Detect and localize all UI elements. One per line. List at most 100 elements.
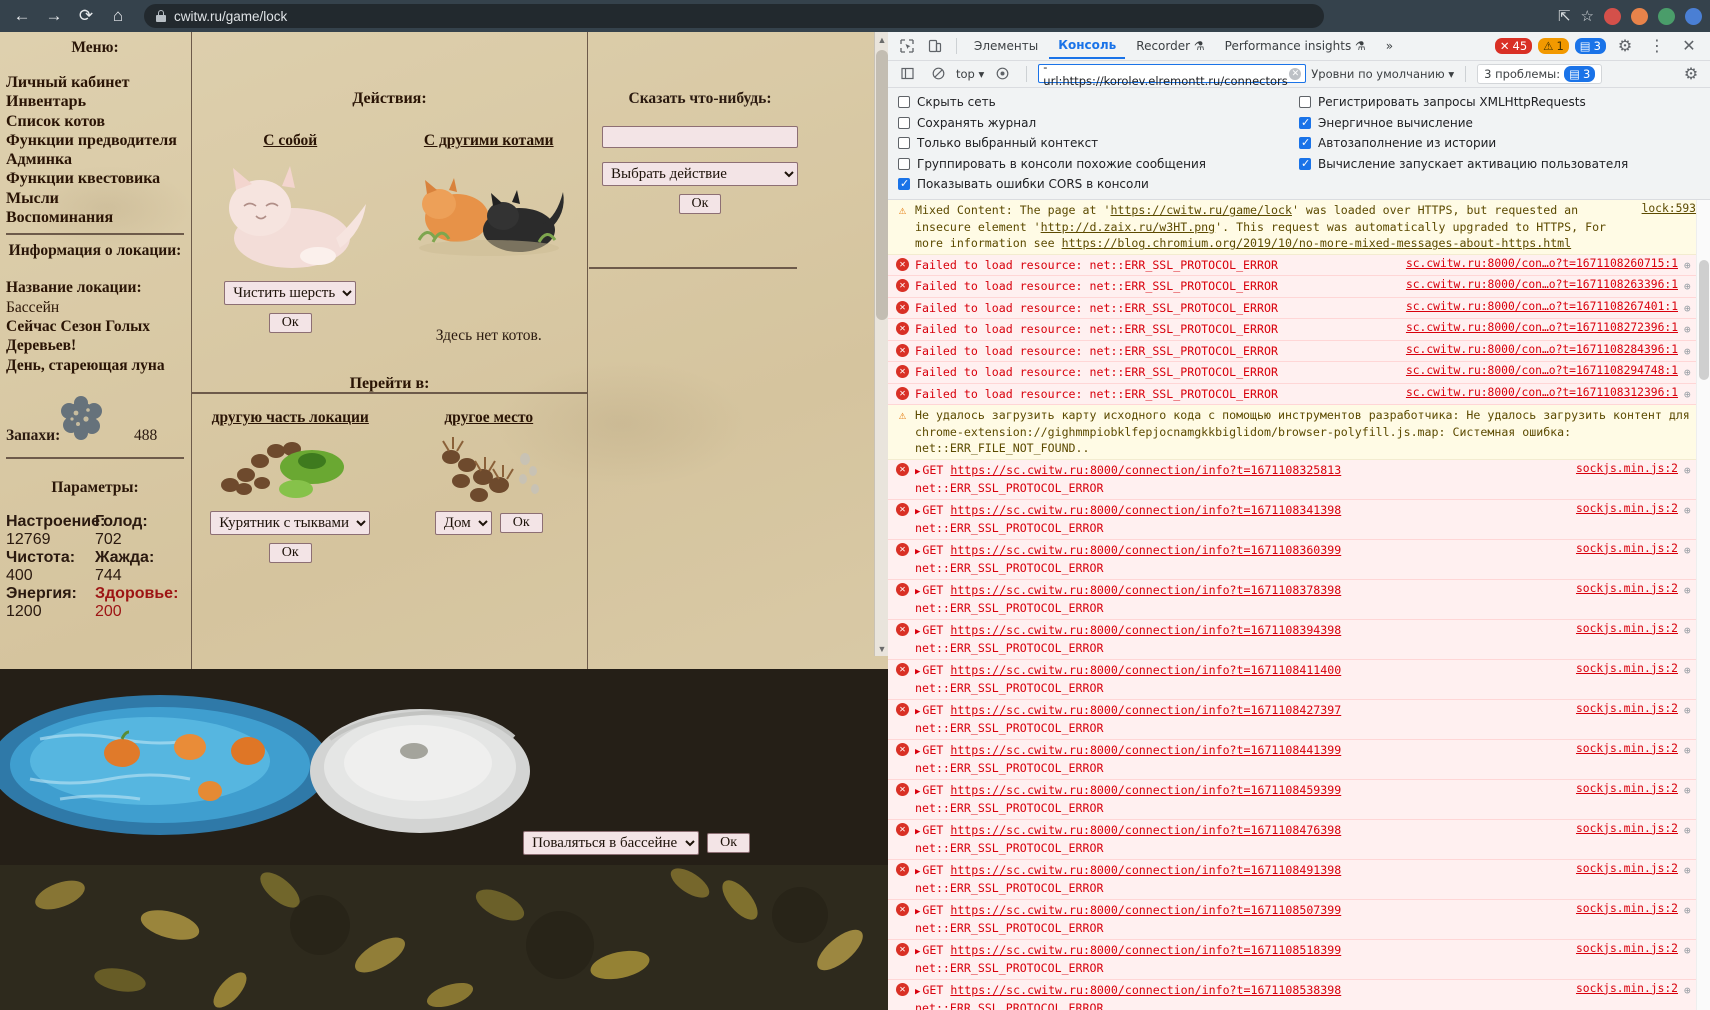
say-input[interactable] <box>602 126 798 148</box>
console-link[interactable]: https://sc.cwitw.ru:8000/connection/info… <box>950 503 1341 517</box>
menu-item-leader-functions[interactable]: Функции предводителя <box>6 131 184 150</box>
console-sidebar-icon[interactable] <box>894 62 920 86</box>
pool-action-select[interactable]: Поваляться в бассейне <box>523 831 700 855</box>
game-scrollbar-thumb[interactable] <box>876 50 888 320</box>
console-link[interactable]: https://sc.cwitw.ru:8000/connection/info… <box>950 743 1341 757</box>
console-message-list[interactable]: ⚠ Mixed Content: The page at 'https://cwi… <box>888 200 1710 1010</box>
scroll-up-icon[interactable]: ▲ <box>875 32 888 47</box>
expand-triangle-icon[interactable]: ▶ <box>915 547 920 557</box>
extension-icon-2[interactable] <box>1631 7 1648 25</box>
console-message-source[interactable]: lock:593 <box>1642 202 1696 215</box>
console-link[interactable]: https://sc.cwitw.ru:8000/connection/info… <box>950 543 1341 557</box>
expand-triangle-icon[interactable]: ▶ <box>915 827 920 837</box>
share-icon[interactable]: ⇱ <box>1558 7 1571 25</box>
expand-triangle-icon[interactable]: ▶ <box>915 507 920 517</box>
expand-triangle-icon[interactable]: ▶ <box>915 587 920 597</box>
extension-icon-1[interactable] <box>1604 7 1621 25</box>
console-message-row[interactable]: ✕ Failed to load resource: net::ERR_SSL_P… <box>888 276 1710 298</box>
travel-place-ok-button[interactable]: Ок <box>499 513 543 533</box>
open-in-new-icon[interactable]: ⊕ <box>1684 584 1696 597</box>
console-message-source[interactable]: sc.cwitw.ru:8000/con…o?t=1671108284396:1 <box>1406 343 1678 356</box>
console-link[interactable]: https://sc.cwitw.ru:8000/connection/info… <box>950 903 1341 917</box>
console-message-row[interactable]: ✕ Failed to load resource: net::ERR_SSL_P… <box>888 254 1710 277</box>
open-in-new-icon[interactable]: ⊕ <box>1684 864 1696 877</box>
console-message-row[interactable]: ✕ Failed to load resource: net::ERR_SSL_P… <box>888 362 1710 384</box>
console-message-source[interactable]: sockjs.min.js:2 <box>1576 542 1678 555</box>
console-message-source[interactable]: sockjs.min.js:2 <box>1576 582 1678 595</box>
reload-icon[interactable]: ⟳ <box>72 2 100 30</box>
console-message-row[interactable]: ✕ Failed to load resource: net::ERR_SSL_P… <box>888 319 1710 341</box>
menu-item-quest-functions[interactable]: Функции квестовика <box>6 169 184 188</box>
console-link[interactable]: https://sc.cwitw.ru:8000/connection/info… <box>950 783 1341 797</box>
open-in-new-icon[interactable]: ⊕ <box>1684 704 1696 717</box>
console-link[interactable]: http://d.zaix.ru/w3HT.png <box>1041 220 1216 234</box>
self-action-ok-button[interactable]: Ок <box>268 313 312 333</box>
console-message-source[interactable]: sockjs.min.js:2 <box>1576 822 1678 835</box>
console-message-row[interactable]: ✕ ▶ GET https://sc.cwitw.ru:8000/connectio… <box>888 779 1710 820</box>
console-link[interactable]: https://sc.cwitw.ru:8000/connection/info… <box>950 983 1341 997</box>
tab-elements[interactable]: Элементы <box>965 33 1047 58</box>
console-link[interactable]: https://sc.cwitw.ru:8000/connection/info… <box>950 583 1341 597</box>
console-message-row[interactable]: ✕ ▶ GET https://sc.cwitw.ru:8000/connectio… <box>888 499 1710 540</box>
game-scrollbar[interactable]: ▲ ▼ <box>874 32 888 656</box>
expand-triangle-icon[interactable]: ▶ <box>915 947 920 957</box>
console-message-row[interactable]: ✕ ▶ GET https://sc.cwitw.ru:8000/connectio… <box>888 819 1710 860</box>
scroll-down-icon[interactable]: ▼ <box>875 641 888 656</box>
open-in-new-icon[interactable]: ⊕ <box>1684 280 1696 293</box>
console-message-row[interactable]: ⚠ Не удалось загрузить карту исходного ко… <box>888 405 1710 460</box>
console-filter-input[interactable]: -url:https://korolev.elremontt.ru/connec… <box>1038 60 1307 88</box>
console-message-source[interactable]: sc.cwitw.ru:8000/con…o?t=1671108272396:1 <box>1406 321 1678 334</box>
settings-gear-icon[interactable]: ⚙ <box>1678 62 1704 86</box>
open-in-new-icon[interactable]: ⊕ <box>1684 984 1696 997</box>
console-link[interactable]: https://sc.cwitw.ru:8000/connection/info… <box>950 943 1341 957</box>
clear-console-icon[interactable] <box>925 62 951 86</box>
menu-item-profile[interactable]: Личный кабинет <box>6 73 184 92</box>
console-message-source[interactable]: sc.cwitw.ru:8000/con…o?t=1671108267401:1 <box>1406 300 1678 313</box>
console-scrollbar[interactable] <box>1696 200 1710 1010</box>
open-in-new-icon[interactable]: ⊕ <box>1684 944 1696 957</box>
extension-icon-4[interactable] <box>1685 7 1702 25</box>
menu-item-cat-list[interactable]: Список котов <box>6 112 184 131</box>
live-expression-icon[interactable] <box>989 62 1015 86</box>
console-link[interactable]: https://cwitw.ru/game/lock <box>1110 203 1291 217</box>
say-ok-button[interactable]: Ок <box>678 194 722 214</box>
open-in-new-icon[interactable]: ⊕ <box>1684 345 1696 358</box>
console-message-row[interactable]: ✕ ▶ GET https://sc.cwitw.ru:8000/connectio… <box>888 699 1710 740</box>
checkbox[interactable] <box>1299 157 1311 170</box>
console-message-source[interactable]: sockjs.min.js:2 <box>1576 662 1678 675</box>
console-message-row[interactable]: ✕ ▶ GET https://sc.cwitw.ru:8000/connectio… <box>888 739 1710 780</box>
console-message-row[interactable]: ✕ Failed to load resource: net::ERR_SSL_P… <box>888 340 1710 363</box>
menu-item-inventory[interactable]: Инвентарь <box>6 92 184 111</box>
actions-others-link[interactable]: С другими котами <box>424 132 554 149</box>
console-link[interactable]: https://sc.cwitw.ru:8000/connection/info… <box>950 703 1341 717</box>
checkbox[interactable] <box>898 116 910 129</box>
console-message-source[interactable]: sockjs.min.js:2 <box>1576 862 1678 875</box>
travel-part-link[interactable]: другую часть локации <box>212 409 369 426</box>
console-message-source[interactable]: sockjs.min.js:2 <box>1576 742 1678 755</box>
expand-triangle-icon[interactable]: ▶ <box>915 907 920 917</box>
open-in-new-icon[interactable]: ⊕ <box>1684 302 1696 315</box>
checkbox[interactable] <box>1299 136 1311 150</box>
open-in-new-icon[interactable]: ⊕ <box>1684 504 1696 517</box>
console-message-source[interactable]: sc.cwitw.ru:8000/con…o?t=1671108312396:1 <box>1406 386 1678 399</box>
console-link[interactable]: https://sc.cwitw.ru:8000/connection/info… <box>950 863 1341 877</box>
open-in-new-icon[interactable]: ⊕ <box>1684 544 1696 557</box>
console-message-source[interactable]: sockjs.min.js:2 <box>1576 622 1678 635</box>
console-message-source[interactable]: sockjs.min.js:2 <box>1576 462 1678 475</box>
console-link[interactable]: https://blog.chromium.org/2019/10/no-mor… <box>1062 236 1572 250</box>
menu-item-admin[interactable]: Админка <box>6 150 184 169</box>
close-icon[interactable]: ✕ <box>1676 34 1702 58</box>
open-in-new-icon[interactable]: ⊕ <box>1684 664 1696 677</box>
console-message-row[interactable]: ✕ ▶ GET https://sc.cwitw.ru:8000/connectio… <box>888 859 1710 900</box>
home-icon[interactable]: ⌂ <box>104 2 132 30</box>
self-action-select[interactable]: Чистить шерсть <box>224 281 357 305</box>
clear-input-icon[interactable]: ✕ <box>1289 67 1302 80</box>
open-in-new-icon[interactable]: ⊕ <box>1684 744 1696 757</box>
console-link[interactable]: https://sc.cwitw.ru:8000/connection/info… <box>950 623 1341 637</box>
console-message-source[interactable]: sockjs.min.js:2 <box>1576 902 1678 915</box>
setting-selected-context-only[interactable]: Только выбранный контекст <box>898 136 1299 150</box>
console-message-row[interactable]: ✕ ▶ GET https://sc.cwitw.ru:8000/connectio… <box>888 899 1710 940</box>
open-in-new-icon[interactable]: ⊕ <box>1684 388 1696 401</box>
expand-triangle-icon[interactable]: ▶ <box>915 467 920 477</box>
console-message-source[interactable]: sc.cwitw.ru:8000/con…o?t=1671108263396:1 <box>1406 278 1678 291</box>
